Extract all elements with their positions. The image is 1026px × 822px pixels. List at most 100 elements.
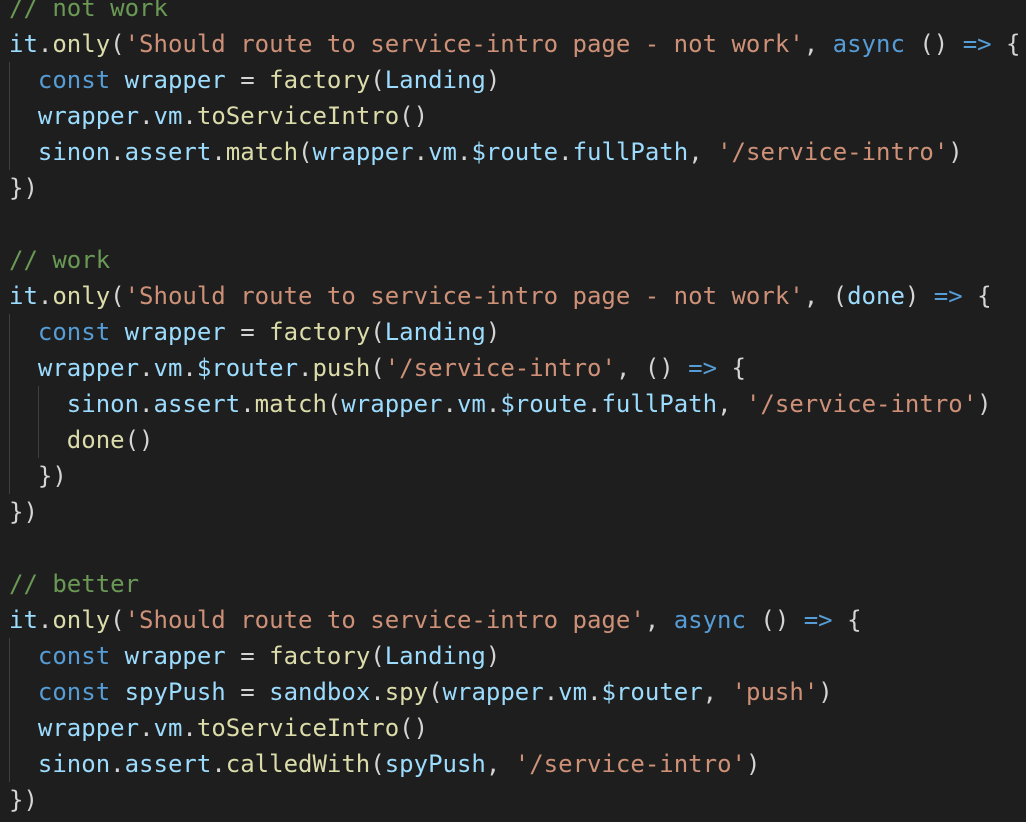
code-token: , (485, 750, 515, 778)
code-token: vm (428, 138, 457, 166)
code-token: $route (500, 390, 588, 418)
code-token: }) (9, 498, 38, 526)
code-line[interactable]: wrapper.vm.$router.push('/service-intro'… (0, 350, 1026, 386)
code-token: '/service-intro' (384, 354, 616, 382)
code-token: const (37, 678, 111, 706)
code-line[interactable] (0, 206, 1026, 242)
code-line[interactable]: done() (0, 422, 1026, 458)
code-line[interactable]: sinon.assert.match(wrapper.vm.$route.ful… (0, 386, 1026, 422)
code-token: = (225, 642, 270, 670)
code-token: vm (153, 102, 183, 130)
code-line[interactable]: wrapper.vm.toServiceIntro() (0, 98, 1026, 134)
code-line[interactable]: sinon.assert.match(wrapper.vm.$route.ful… (0, 134, 1026, 170)
code-token: ) (745, 750, 761, 778)
code-line[interactable]: wrapper.vm.toServiceIntro() (0, 710, 1026, 746)
code-line[interactable]: sinon.assert.calledWith(spyPush, '/servi… (0, 746, 1026, 782)
code-token: () (399, 714, 429, 742)
code-token: () (399, 102, 429, 130)
code-token: factory (269, 66, 371, 94)
code-token: wrapper (37, 354, 140, 382)
indent-guide (37, 422, 39, 458)
code-token: spyPush (384, 750, 486, 778)
code-token: }) (9, 174, 38, 202)
code-line[interactable]: // better (0, 566, 1026, 602)
code-token: { (832, 606, 862, 634)
code-token: => (803, 606, 833, 634)
code-token: Landing (384, 642, 486, 670)
indent-guide (9, 674, 10, 710)
code-token: ( (370, 318, 385, 346)
code-token: vm (558, 678, 588, 706)
code-token: , (688, 138, 718, 166)
indent-guide (9, 62, 10, 98)
code-token: factory (269, 318, 371, 346)
code-token: . (587, 678, 602, 706)
code-line[interactable]: const wrapper = factory(Landing) (0, 62, 1026, 98)
indent-guide (9, 98, 10, 134)
code-token: . (182, 354, 197, 382)
code-token: match (225, 138, 299, 166)
code-editor[interactable]: // not work it.only('Should route to serv… (0, 0, 1026, 818)
code-line[interactable]: // not work (0, 0, 1026, 26)
code-line[interactable]: const spyPush = sandbox.spy(wrapper.vm.$… (0, 674, 1026, 710)
code-line[interactable]: }) (0, 494, 1026, 530)
code-token: . (298, 354, 313, 382)
code-token: it (9, 30, 38, 58)
code-token: . (139, 354, 154, 382)
code-token: wrapper (124, 642, 226, 670)
code-line[interactable]: // work (0, 242, 1026, 278)
code-token: wrapper (37, 714, 140, 742)
code-token: // work (9, 246, 111, 274)
code-token: spyPush (124, 678, 226, 706)
code-token: only (52, 282, 111, 310)
code-token: ) (485, 642, 501, 670)
code-token: '/service-intro' (745, 390, 978, 418)
code-token: = (225, 678, 270, 706)
code-token: sandbox (269, 678, 371, 706)
code-token: . (110, 138, 125, 166)
indent-guide (9, 746, 10, 782)
code-line[interactable]: }) (0, 170, 1026, 206)
code-token: only (52, 606, 111, 634)
code-line[interactable]: }) (0, 782, 1026, 818)
code-token: toServiceIntro (196, 714, 400, 742)
code-line[interactable]: it.only('Should route to service-intro p… (0, 26, 1026, 62)
code-line[interactable]: }) (0, 458, 1026, 494)
indent-guide (37, 386, 39, 422)
indentation (9, 642, 38, 670)
code-token: }) (37, 462, 67, 490)
code-token: it (9, 606, 38, 634)
code-line[interactable]: const wrapper = factory(Landing) (0, 638, 1026, 674)
code-token: done (66, 426, 125, 454)
code-token: => (933, 282, 963, 310)
code-token: '/service-intro' (514, 750, 746, 778)
indentation (9, 678, 38, 706)
indent-guide (9, 422, 10, 458)
indentation (9, 354, 38, 382)
indent-guide (9, 710, 10, 746)
code-token: = (225, 66, 270, 94)
code-token: match (254, 390, 327, 418)
code-token: . (370, 678, 385, 706)
code-token: assert (124, 750, 212, 778)
code-token: factory (269, 642, 371, 670)
indentation (9, 318, 38, 346)
code-token: assert (153, 390, 241, 418)
code-token: 'push' (731, 678, 819, 706)
code-token: , (644, 606, 674, 634)
code-line[interactable]: it.only('Should route to service-intro p… (0, 602, 1026, 638)
code-token: Landing (384, 66, 486, 94)
code-line[interactable] (0, 530, 1026, 566)
code-token: ( (110, 606, 125, 634)
code-line[interactable]: it.only('Should route to service-intro p… (0, 278, 1026, 314)
code-token: . (110, 750, 125, 778)
code-token: spy (384, 678, 429, 706)
code-token: async (673, 606, 746, 634)
code-token: ( (370, 354, 385, 382)
code-token: const (37, 66, 111, 94)
code-token: . (139, 102, 154, 130)
code-line[interactable]: const wrapper = factory(Landing) (0, 314, 1026, 350)
